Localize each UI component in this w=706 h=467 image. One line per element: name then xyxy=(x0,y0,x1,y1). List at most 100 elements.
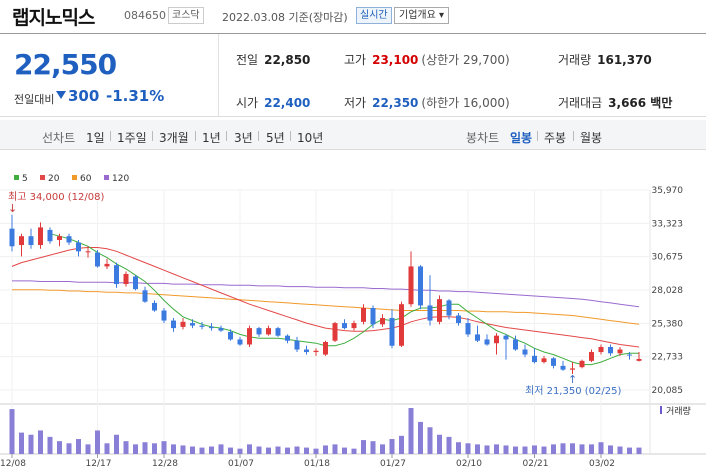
candle-body xyxy=(161,310,167,321)
candle-body xyxy=(541,358,547,363)
ma-line-120 xyxy=(12,280,640,308)
upper-limit: (상한가 29,700) xyxy=(421,53,510,67)
separator xyxy=(195,131,196,141)
volume-bar xyxy=(522,446,528,454)
y-tick-label: 30,675 xyxy=(652,253,684,263)
candle-body xyxy=(180,321,186,327)
candle-body xyxy=(47,229,53,242)
candle-body xyxy=(351,323,357,329)
candle-body xyxy=(152,302,157,311)
candle-body xyxy=(275,328,281,336)
realtime-button[interactable]: 실시간 xyxy=(356,7,392,24)
volume-bar xyxy=(465,443,471,454)
period-3m[interactable]: 3개월 xyxy=(159,129,189,146)
legend: 5 20 60 120 xyxy=(14,174,129,184)
candle-body xyxy=(228,331,233,340)
volume-bar xyxy=(294,446,300,454)
candle-body xyxy=(294,340,300,350)
volume-legend-swatch xyxy=(660,406,662,414)
volume-bar xyxy=(47,436,53,454)
period-1w[interactable]: 1주일 xyxy=(117,129,147,146)
market-badge: 코스닥 xyxy=(168,7,204,24)
high-value: 23,100 xyxy=(372,53,419,67)
volume-bar xyxy=(541,446,547,454)
candle-body xyxy=(9,228,15,247)
separator xyxy=(258,131,259,141)
volume-bar xyxy=(95,430,100,454)
volume-bar xyxy=(617,446,623,454)
volume-bar xyxy=(304,447,309,454)
y-tick-label: 22,733 xyxy=(652,353,684,363)
x-tick-label: 01/18 xyxy=(304,459,330,467)
legend-ma20: 20 xyxy=(48,174,60,184)
volume-bar xyxy=(275,446,281,454)
volume-value: 161,370 xyxy=(597,53,652,67)
candle-body xyxy=(76,242,81,252)
volume-bars xyxy=(9,408,642,454)
candle-chart-label: 봉차트 xyxy=(466,131,500,145)
volume-bar xyxy=(503,445,509,454)
volume-bar xyxy=(142,442,148,454)
divider xyxy=(218,34,219,116)
volume-bar xyxy=(9,409,15,454)
period-weekly[interactable]: 주봉 xyxy=(544,129,566,146)
company-info-button[interactable]: 기업개요 ▾ xyxy=(394,7,449,24)
candle-body xyxy=(85,251,91,253)
volume-bar xyxy=(161,441,167,454)
period-1d[interactable]: 1일 xyxy=(86,129,105,146)
candle-body xyxy=(598,347,604,353)
volume-bar xyxy=(427,427,433,454)
x-tick-label: 12/08 xyxy=(0,459,26,467)
low-annotation: 최저 21,350 (02/25) xyxy=(525,385,621,397)
period-1y[interactable]: 1년 xyxy=(202,129,221,146)
lower-limit: (하한가 16,000) xyxy=(421,96,510,110)
candle-body xyxy=(133,276,138,290)
volume-bar xyxy=(57,441,62,454)
low-value: 22,350 xyxy=(372,96,419,110)
volume-bar xyxy=(579,444,585,454)
volume-bar xyxy=(456,442,461,454)
stock-name: 랩지노믹스 xyxy=(12,7,95,29)
candle-body xyxy=(218,328,224,331)
candle-body xyxy=(380,318,385,325)
volume-bar xyxy=(437,434,442,454)
separator xyxy=(537,131,538,141)
candle-body xyxy=(475,334,480,341)
volume-bar xyxy=(494,444,499,454)
candle-body xyxy=(19,236,24,246)
separator xyxy=(152,131,153,141)
volume-bar xyxy=(570,443,575,454)
stock-code: 084650 xyxy=(124,9,166,22)
volume-bar xyxy=(608,445,613,454)
period-monthly[interactable]: 월봉 xyxy=(580,129,602,146)
volume-bar xyxy=(380,444,385,454)
candle-body xyxy=(522,349,528,355)
candle-body xyxy=(551,358,556,366)
period-5y[interactable]: 5년 xyxy=(266,129,285,146)
volume-bar xyxy=(408,408,414,454)
candle-body xyxy=(304,349,309,353)
volume-label: 거래량 xyxy=(558,53,592,67)
y-tick-label: 20,085 xyxy=(652,386,684,396)
volume-bar xyxy=(589,444,594,454)
volume-legend-label: 거래량 xyxy=(666,405,691,417)
volume-bar xyxy=(313,448,319,454)
candle-body xyxy=(95,252,100,267)
candle-body xyxy=(199,325,205,327)
amount-label: 거래대금 xyxy=(558,96,603,110)
legend-swatch-ma120 xyxy=(104,175,109,180)
period-daily[interactable]: 일봉 xyxy=(510,129,532,146)
candle-body xyxy=(313,350,319,353)
separator xyxy=(110,131,111,141)
volume-bar xyxy=(636,447,642,454)
legend-swatch-ma20 xyxy=(40,175,45,180)
candle-body xyxy=(370,307,376,325)
axis-ticks: 35,970 33,323 30,675 28,028 25,380 22,733 20,0… xyxy=(0,186,683,467)
volume-bar xyxy=(475,444,480,454)
volume-bar xyxy=(332,444,338,454)
x-tick-label: 01/27 xyxy=(380,459,406,467)
period-3y[interactable]: 3년 xyxy=(234,129,253,146)
period-10y[interactable]: 10년 xyxy=(297,129,323,146)
candle-body xyxy=(617,349,623,354)
candle-body xyxy=(465,323,471,335)
